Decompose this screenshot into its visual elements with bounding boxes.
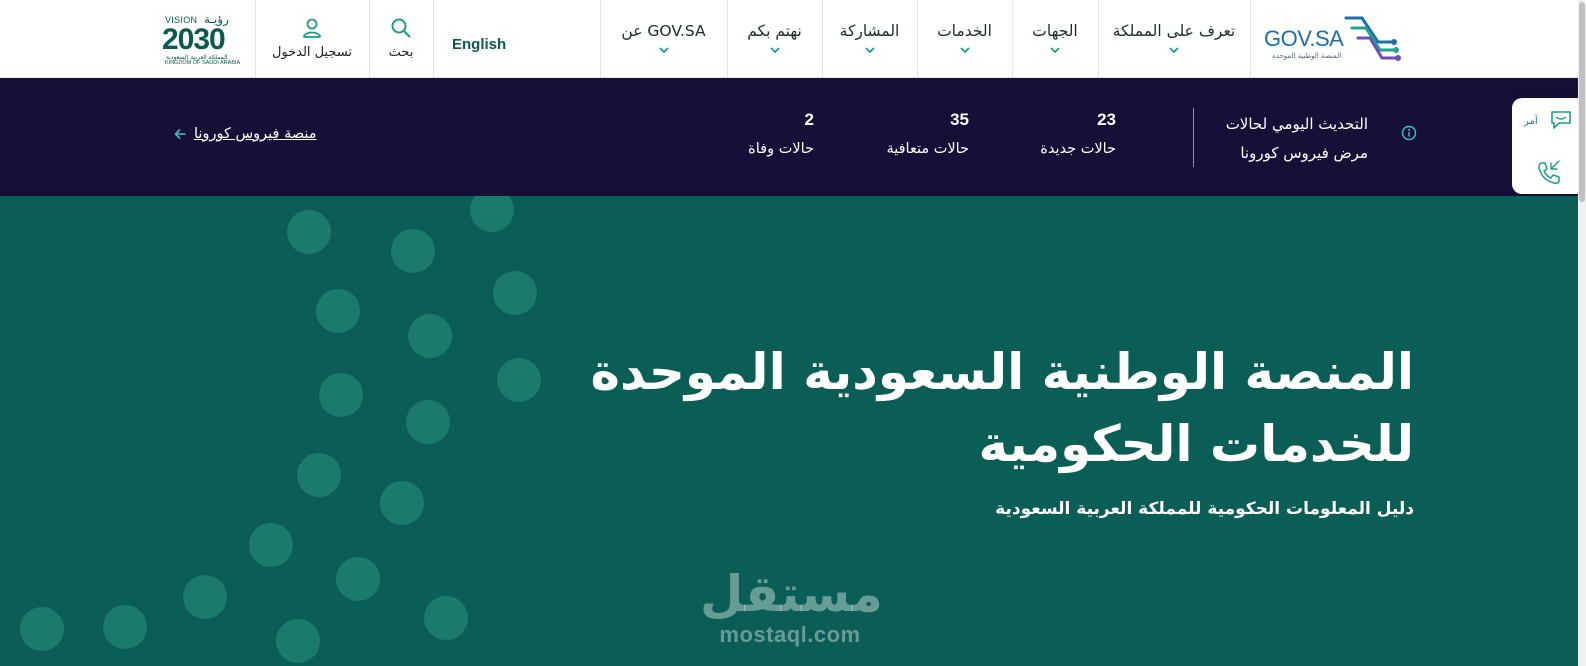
header-divider: [600, 0, 601, 78]
page-scrollbar[interactable]: [1578, 0, 1586, 666]
stat-label: حالات وفاة: [748, 141, 814, 157]
stat-value: 23: [1097, 110, 1116, 129]
chevron-down-icon: [959, 47, 970, 54]
hero-title: المنصة الوطنية السعودية الموحدة للخدمات …: [514, 336, 1415, 480]
nav-label: المشاركة: [839, 22, 900, 40]
decorative-dots-pattern: [20, 196, 541, 663]
user-icon: [303, 18, 321, 38]
search-label: بحث: [388, 45, 414, 60]
chevron-down-icon: [1050, 47, 1060, 54]
login-label: تسجيل الدخول: [271, 45, 353, 60]
covid-title-line1: التحديث اليومي لحالات: [1225, 115, 1368, 133]
header-divider: [1250, 0, 1251, 78]
watermark-arabic: مستقل: [700, 565, 883, 623]
nav-label: عن GOV.SA: [621, 22, 706, 40]
header-divider: [1012, 0, 1013, 78]
vision-2030-logo: VISION رؤيـة 2030 المملكة العربية السعود…: [162, 12, 242, 66]
header-divider: [369, 0, 370, 78]
chevron-down-icon: [1169, 47, 1179, 54]
nav-label: الخدمات: [937, 22, 992, 40]
nav-item-know-kingdom[interactable]: تعرف على المملكة: [1098, 0, 1250, 78]
hero-title-line1: المنصة الوطنية السعودية الموحدة: [590, 343, 1415, 401]
watermark: مستقل mostaql.com: [700, 565, 883, 648]
login-button[interactable]: تسجيل الدخول: [255, 0, 369, 78]
stat-value: 2: [804, 110, 814, 129]
scrollbar-thumb[interactable]: [1579, 2, 1585, 202]
covid-divider: [1193, 108, 1194, 167]
govsa-logo-text: GOV.SA: [1264, 26, 1344, 51]
nav-item-services[interactable]: الخدمات: [917, 0, 1012, 78]
govsa-logo-subtitle: المنصة الوطنية الموحدة: [1272, 52, 1342, 60]
covid-update-bar: التحديث اليومي لحالات مرض فيروس كورونا 2…: [0, 78, 1586, 196]
hero-section: المنصة الوطنية السعودية الموحدة للخدمات …: [0, 196, 1586, 666]
info-icon[interactable]: [1401, 125, 1417, 141]
nav-label: الجهات: [1032, 22, 1078, 40]
chevron-down-icon: [658, 47, 669, 54]
stat-value: 35: [950, 110, 969, 129]
stat-new-cases: 23 حالات جديدة: [1040, 108, 1116, 166]
phone-icon[interactable]: [1536, 160, 1562, 186]
header-divider: [917, 0, 918, 78]
search-button[interactable]: بحث: [369, 0, 433, 78]
search-icon: [391, 18, 411, 38]
stat-recovered: 35 حالات متعافية: [886, 108, 969, 166]
header-divider: [255, 0, 256, 78]
chevron-down-icon: [864, 47, 875, 54]
nav-label: تعرف على المملكة: [1112, 22, 1236, 40]
covid-title-line2: مرض فيروس كورونا: [1240, 144, 1368, 162]
nav-item-agencies[interactable]: الجهات: [1012, 0, 1098, 78]
govsa-logo[interactable]: GOV.SA المنصة الوطنية الموحدة: [1264, 14, 1414, 64]
covid-platform-link-label: منصة فيروس كورونا: [194, 126, 317, 142]
stat-deaths: 2 حالات وفاة: [748, 108, 814, 166]
chat-icon[interactable]: [1550, 110, 1572, 130]
vision-country-en: KINGDOM OF SAUDI ARABIA: [165, 60, 241, 66]
header-divider: [433, 0, 434, 78]
nav-item-participation[interactable]: المشاركة: [822, 0, 917, 78]
header-divider: [1098, 0, 1099, 78]
arrow-left-icon: [174, 129, 186, 139]
chat-label[interactable]: آمر: [1524, 116, 1538, 127]
covid-platform-link[interactable]: منصة فيروس كورونا: [174, 126, 317, 142]
header-divider: [822, 0, 823, 78]
site-header: GOV.SA المنصة الوطنية الموحدة تعرف على ا…: [0, 0, 1586, 78]
stat-label: حالات جديدة: [1040, 141, 1116, 157]
nav-item-we-care[interactable]: نهتم بكم: [727, 0, 822, 78]
govsa-logo-mark-icon: [1344, 16, 1401, 61]
nav-label: نهتم بكم: [747, 22, 802, 40]
language-switch[interactable]: English: [452, 36, 506, 53]
hero-subtitle: دليل المعلومات الحكومية للمملكة العربية …: [995, 499, 1414, 519]
header-divider: [727, 0, 728, 78]
nav-item-about[interactable]: عن GOV.SA: [600, 0, 727, 78]
vision-year: 2030: [162, 23, 226, 56]
floating-contact-widget: آمر: [1512, 98, 1586, 194]
watermark-latin: mostaql.com: [719, 622, 861, 647]
chevron-down-icon: [769, 47, 780, 54]
hero-title-line2: للخدمات الحكومية: [978, 415, 1414, 473]
covid-update-title: التحديث اليومي لحالات مرض فيروس كورونا: [1226, 110, 1368, 168]
stat-label: حالات متعافية: [886, 141, 969, 157]
